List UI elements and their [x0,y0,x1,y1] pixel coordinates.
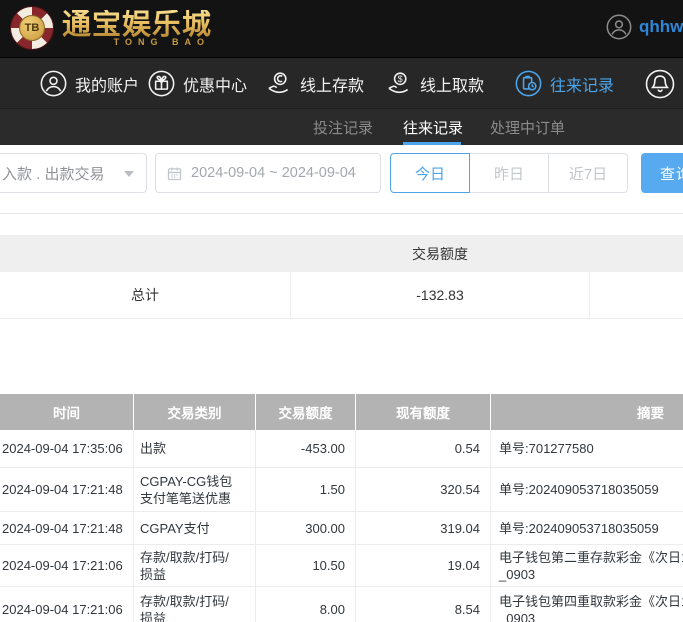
nav-label: 往来记录 [550,72,614,96]
cell-type: 存款/取款/打码/ 损益 [134,587,256,622]
cell-balance: 0.54 [356,430,491,468]
cell-time: 2024-09-04 17:21:06 [0,587,134,622]
casino-chip-icon: TB [10,6,54,50]
cell-amount: 300.00 [256,512,356,545]
record-tabs: 投注记录 往来记录 处理中订单 [0,108,683,145]
user-avatar-icon [606,14,632,40]
nav-item-promotions[interactable]: 优惠中心 [148,58,247,109]
transaction-type-select[interactable]: 入款 . 出款交易 [0,153,147,193]
cell-time: 2024-09-04 17:35:06 [0,430,134,468]
table-row: 2024-09-04 17:21:06 存款/取款/打码/ 损益 8.00 8.… [0,587,683,622]
col-header-summary: 摘要 [491,394,683,430]
brand-logo[interactable]: TB 通宝娱乐城 TONG BAO [10,6,212,50]
summary-table: 交易额度 总计 -132.83 [0,235,683,319]
cell-time: 2024-09-04 17:21:48 [0,468,134,512]
table-header-row: 时间 交易类别 交易额度 现有额度 摘要 [0,394,683,430]
withdraw-icon: $ [385,70,412,97]
cell-amount: 8.00 [256,587,356,622]
username-text: qhhw [639,17,683,37]
tab-bet-records[interactable]: 投注记录 [313,109,373,146]
today-button[interactable]: 今日 [390,153,470,193]
cell-amount: 10.50 [256,545,356,587]
table-row: 2024-09-04 17:21:06 存款/取款/打码/ 损益 10.50 1… [0,545,683,587]
nav-item-my-account[interactable]: 我的账户 [40,58,139,109]
table-row: 2024-09-04 17:21:48 CGPAY-CG钱包 支付笔笔送优惠 1… [0,468,683,512]
nav-item-messages[interactable] [645,58,675,109]
cell-type: 存款/取款/打码/ 损益 [134,545,256,587]
summary-header-empty [0,235,290,272]
filter-bar: 入款 . 出款交易 2024-09-04 ~ 2024-09-04 今日 昨日 … [0,145,683,214]
cell-summary: 单号:701277580 [491,430,683,468]
col-header-amount: 交易额度 [256,394,356,430]
summary-header-empty2 [590,235,683,272]
summary-header-amount: 交易额度 [290,235,590,272]
tab-pending-orders[interactable]: 处理中订单 [490,109,565,146]
brand-text: 通宝娱乐城 TONG BAO [62,10,212,47]
cell-summary: 电子钱包第四重取款彩金《次日1 _0903 [491,587,683,622]
cell-summary: 单号:202409053718035059 [491,512,683,545]
chip-label: TB [19,15,45,41]
promo-icon [148,70,175,97]
summary-total-row: 总计 -132.83 [0,272,683,319]
app-window: TB 通宝娱乐城 TONG BAO qhhw [0,0,683,622]
cell-amount: 1.50 [256,468,356,512]
cell-type: CGPAY支付 [134,512,256,545]
transactions-table: 时间 交易类别 交易额度 现有额度 摘要 2024-09-04 17:35:06… [0,394,683,622]
nav-label: 我的账户 [75,72,139,96]
tab-transaction-records[interactable]: 往来记录 [403,109,463,146]
last7days-button[interactable]: 近7日 [548,153,628,193]
col-header-type: 交易类别 [134,394,256,430]
nav-label: 优惠中心 [183,72,247,96]
cell-time: 2024-09-04 17:21:06 [0,545,134,587]
summary-total-value: -132.83 [290,272,590,318]
main-navigation: 我的账户 优惠中心 线上存款 [0,57,683,108]
search-button[interactable]: 查询 [641,153,683,193]
nav-item-deposit[interactable]: 线上存款 [265,58,364,109]
date-range-input[interactable]: 2024-09-04 ~ 2024-09-04 [155,153,381,193]
account-icon [40,70,67,97]
svg-text:$: $ [398,74,403,84]
col-header-time: 时间 [0,394,134,430]
user-account[interactable]: qhhw [606,14,683,40]
cell-time: 2024-09-04 17:21:48 [0,512,134,545]
summary-header-row: 交易额度 [0,235,683,272]
cell-balance: 319.04 [356,512,491,545]
yesterday-button[interactable]: 昨日 [469,153,549,193]
table-row: 2024-09-04 17:35:06 出款 -453.00 0.54 单号:7… [0,430,683,468]
notification-bell-icon [645,69,675,99]
nav-label: 线上存款 [300,72,364,96]
records-icon [515,70,542,97]
summary-total-label: 总计 [0,272,290,318]
cell-amount: -453.00 [256,430,356,468]
chevron-down-icon [124,171,134,177]
brand-title: 通宝娱乐城 [62,10,212,40]
summary-empty-cell [590,272,683,318]
nav-item-withdraw[interactable]: $ 线上取款 [385,58,484,109]
nav-label: 线上取款 [420,72,484,96]
col-header-balance: 现有额度 [356,394,491,430]
calendar-icon [166,165,183,182]
top-header: TB 通宝娱乐城 TONG BAO qhhw [0,0,683,57]
date-range-value: 2024-09-04 ~ 2024-09-04 [191,165,356,181]
table-row: 2024-09-04 17:21:48 CGPAY支付 300.00 319.0… [0,512,683,545]
cell-balance: 19.04 [356,545,491,587]
cell-balance: 8.54 [356,587,491,622]
cell-type: 出款 [134,430,256,468]
cell-balance: 320.54 [356,468,491,512]
select-value: 入款 . 出款交易 [0,163,105,184]
cell-summary: 单号:202409053718035059 [491,468,683,512]
cell-type: CGPAY-CG钱包 支付笔笔送优惠 [134,468,256,512]
deposit-icon [265,70,292,97]
nav-item-records[interactable]: 往来记录 [515,58,614,109]
quick-range-group: 今日 昨日 近7日 [390,153,628,193]
cell-summary: 电子钱包第二重存款彩金《次日1 _0903 [491,545,683,587]
